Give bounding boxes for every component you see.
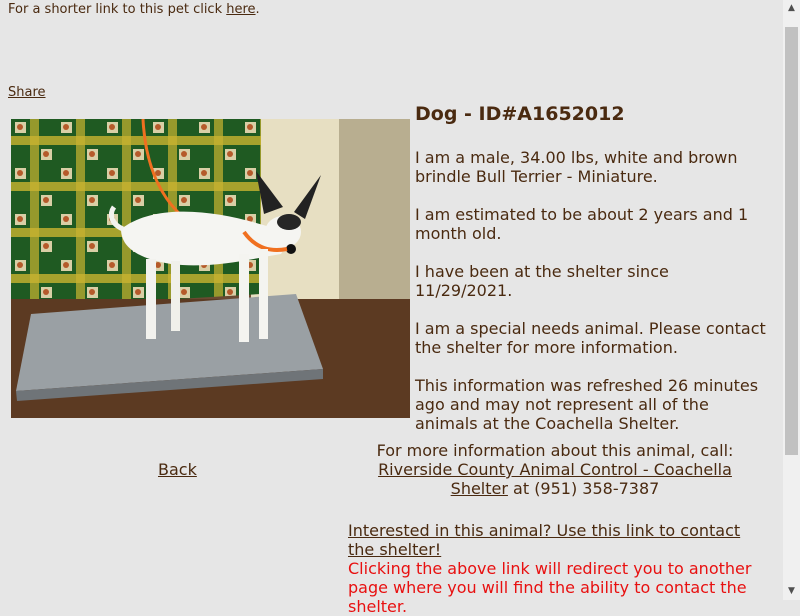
pet-description: I am a male, 34.00 lbs, white and brown … xyxy=(415,148,738,186)
short-link-text: For a shorter link to this pet click xyxy=(8,2,227,17)
pet-title: Dog - ID#A1652012 xyxy=(415,103,625,125)
redirect-warning: Clicking the above link will redirect yo… xyxy=(348,559,752,616)
pet-photo-drawing xyxy=(11,119,410,418)
pet-info: Dog - ID#A1652012 I am a male, 34.00 lbs… xyxy=(415,103,767,452)
interest-section: Interested in this animal? Use this link… xyxy=(348,521,758,616)
pet-age: I am estimated to be about 2 years and 1… xyxy=(415,205,749,243)
pet-special-needs: I am a special needs animal. Please cont… xyxy=(415,319,766,357)
scroll-down-arrow-icon[interactable]: ▼ xyxy=(783,583,800,600)
share-link[interactable]: Share xyxy=(8,85,46,100)
scroll-up-arrow-icon[interactable]: ▲ xyxy=(783,0,800,17)
shelter-phone: at (951) 358-7387 xyxy=(507,479,660,498)
scrollbar-thumb[interactable] xyxy=(785,27,798,455)
contact-intro: For more information about this animal, … xyxy=(376,441,734,460)
pet-photo xyxy=(11,119,410,418)
short-link-here[interactable]: here xyxy=(226,2,255,17)
short-link-period: . xyxy=(255,2,260,17)
back-link[interactable]: Back xyxy=(158,460,197,479)
contact-shelter-link[interactable]: Interested in this animal? Use this link… xyxy=(348,521,740,559)
vertical-scrollbar[interactable]: ▲ ▼ xyxy=(783,0,800,600)
short-link-note: For a shorter link to this pet click her… xyxy=(8,2,260,17)
contact-info: For more information about this animal, … xyxy=(360,441,750,498)
pet-intake-date: I have been at the shelter since 11/29/2… xyxy=(415,262,669,300)
refresh-note: This information was refreshed 26 minute… xyxy=(415,376,759,433)
